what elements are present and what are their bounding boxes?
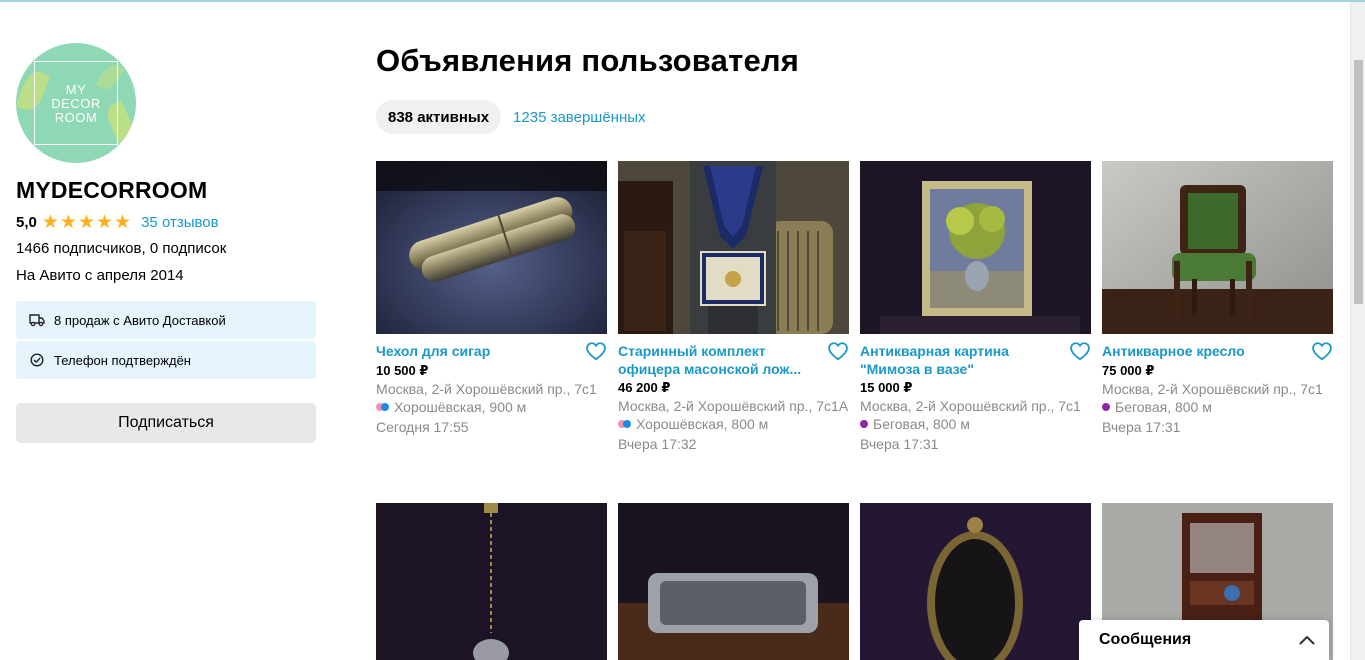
listing-photo[interactable]: [618, 503, 849, 660]
messages-panel[interactable]: Сообщения: [1079, 620, 1329, 660]
listing-price: 46 200 ₽: [618, 380, 671, 395]
listing-card[interactable]: Чехол для сигар 10 500 ₽ Москва, 2-й Хор…: [376, 161, 607, 436]
truck-icon: [29, 312, 45, 328]
listing-title[interactable]: Антикварное кресло: [1102, 342, 1302, 360]
tab-active-listings[interactable]: 838 активных: [376, 100, 502, 134]
star-icon: ★: [77, 211, 95, 233]
listing-address: Москва, 2-й Хорошёвский пр., 7с1А: [618, 398, 849, 414]
metro-line-icon: [860, 420, 868, 428]
seller-sidebar: MY DECOR ROOM MYDECORROOM 5,0 ★ ★ ★ ★ ★ …: [16, 43, 316, 443]
tab-completed-listings[interactable]: 1235 завершённых: [513, 109, 645, 126]
listing-photo[interactable]: [860, 503, 1091, 660]
listing-date: Вчера 17:32: [618, 436, 697, 452]
heart-icon[interactable]: [827, 341, 849, 361]
listing-photo[interactable]: [376, 161, 607, 334]
listing-metro: Беговая, 800 м: [860, 415, 1091, 433]
listing-address: Москва, 2-й Хорошёвский пр., 7с1: [376, 381, 597, 397]
listing-metro: Хорошёвская, 900 м: [376, 398, 607, 416]
followers-info[interactable]: 1466 подписчиков, 0 подписок: [16, 239, 316, 259]
avatar-logo-text: MY DECOR ROOM: [51, 82, 101, 125]
rating-row: 5,0 ★ ★ ★ ★ ★ 35 отзывов: [16, 212, 316, 232]
listing-photo[interactable]: [860, 161, 1091, 334]
rating-stars: ★ ★ ★ ★ ★: [42, 213, 131, 232]
listing-metro: Беговая, 800 м: [1102, 398, 1333, 416]
listing-card[interactable]: [618, 503, 849, 660]
chevron-up-icon[interactable]: [1299, 635, 1315, 645]
listing-address: Москва, 2-й Хорошёвский пр., 7с1: [860, 398, 1081, 414]
delivery-badge: 8 продаж с Авито Доставкой: [16, 301, 316, 339]
badge-text: 8 продаж с Авито Доставкой: [54, 312, 226, 328]
listing-card[interactable]: Старинный комплект офицера масонской лож…: [618, 161, 849, 453]
star-icon: ★: [114, 211, 132, 233]
rating-value: 5,0: [16, 213, 37, 231]
heart-icon[interactable]: [1069, 341, 1091, 361]
listing-title[interactable]: Старинный комплект офицера масонской лож…: [618, 342, 818, 378]
seller-badges: 8 продаж с Авито Доставкой Телефон подтв…: [16, 301, 316, 379]
heart-icon[interactable]: [1311, 341, 1333, 361]
listing-price: 10 500 ₽: [376, 363, 429, 378]
listing-date: Вчера 17:31: [1102, 419, 1181, 435]
star-icon: ★: [96, 211, 114, 233]
listing-card[interactable]: Антикварная картина "Мимоза в вазе" 15 0…: [860, 161, 1091, 453]
listing-title[interactable]: Чехол для сигар: [376, 342, 576, 360]
listing-date: Сегодня 17:55: [376, 419, 469, 435]
badge-text: Телефон подтверждён: [54, 352, 191, 368]
check-circle-icon: [29, 352, 45, 368]
listing-date: Вчера 17:31: [860, 436, 939, 452]
listing-photo[interactable]: [1102, 161, 1333, 334]
listing-card[interactable]: [860, 503, 1091, 660]
listing-photo[interactable]: [376, 503, 607, 660]
listings-section: Объявления пользователя 838 активных 123…: [376, 42, 1336, 660]
seller-avatar[interactable]: MY DECOR ROOM: [16, 43, 136, 163]
listing-card[interactable]: [376, 503, 607, 660]
listing-price: 75 000 ₽: [1102, 363, 1155, 378]
scrollbar-thumb[interactable]: [1354, 60, 1363, 304]
metro-line-icon: [376, 403, 389, 411]
subscribe-button[interactable]: Подписаться: [16, 403, 316, 443]
reviews-link[interactable]: 35 отзывов: [141, 214, 219, 231]
listing-metro: Хорошёвская, 800 м: [618, 415, 849, 433]
listing-tabs: 838 активных 1235 завершённых: [376, 100, 1336, 134]
star-icon: ★: [41, 211, 59, 233]
member-since: На Авито с апреля 2014: [16, 267, 184, 284]
listing-title[interactable]: Антикварная картина "Мимоза в вазе": [860, 342, 1060, 378]
listing-card[interactable]: Антикварное кресло 75 000 ₽ Москва, 2-й …: [1102, 161, 1333, 436]
heart-icon[interactable]: [585, 341, 607, 361]
messages-label: Сообщения: [1099, 631, 1192, 648]
star-icon: ★: [59, 211, 77, 233]
listing-price: 15 000 ₽: [860, 380, 913, 395]
phone-verified-badge: Телефон подтверждён: [16, 341, 316, 379]
seller-name: MYDECORROOM: [16, 177, 208, 203]
page-scrollbar[interactable]: [1350, 2, 1365, 660]
page-title: Объявления пользователя: [376, 43, 800, 78]
metro-line-icon: [1102, 403, 1110, 411]
metro-line-icon: [618, 420, 631, 428]
listing-photo[interactable]: [618, 161, 849, 334]
top-accent-line: [0, 0, 1365, 2]
listing-address: Москва, 2-й Хорошёвский пр., 7с1: [1102, 381, 1323, 397]
